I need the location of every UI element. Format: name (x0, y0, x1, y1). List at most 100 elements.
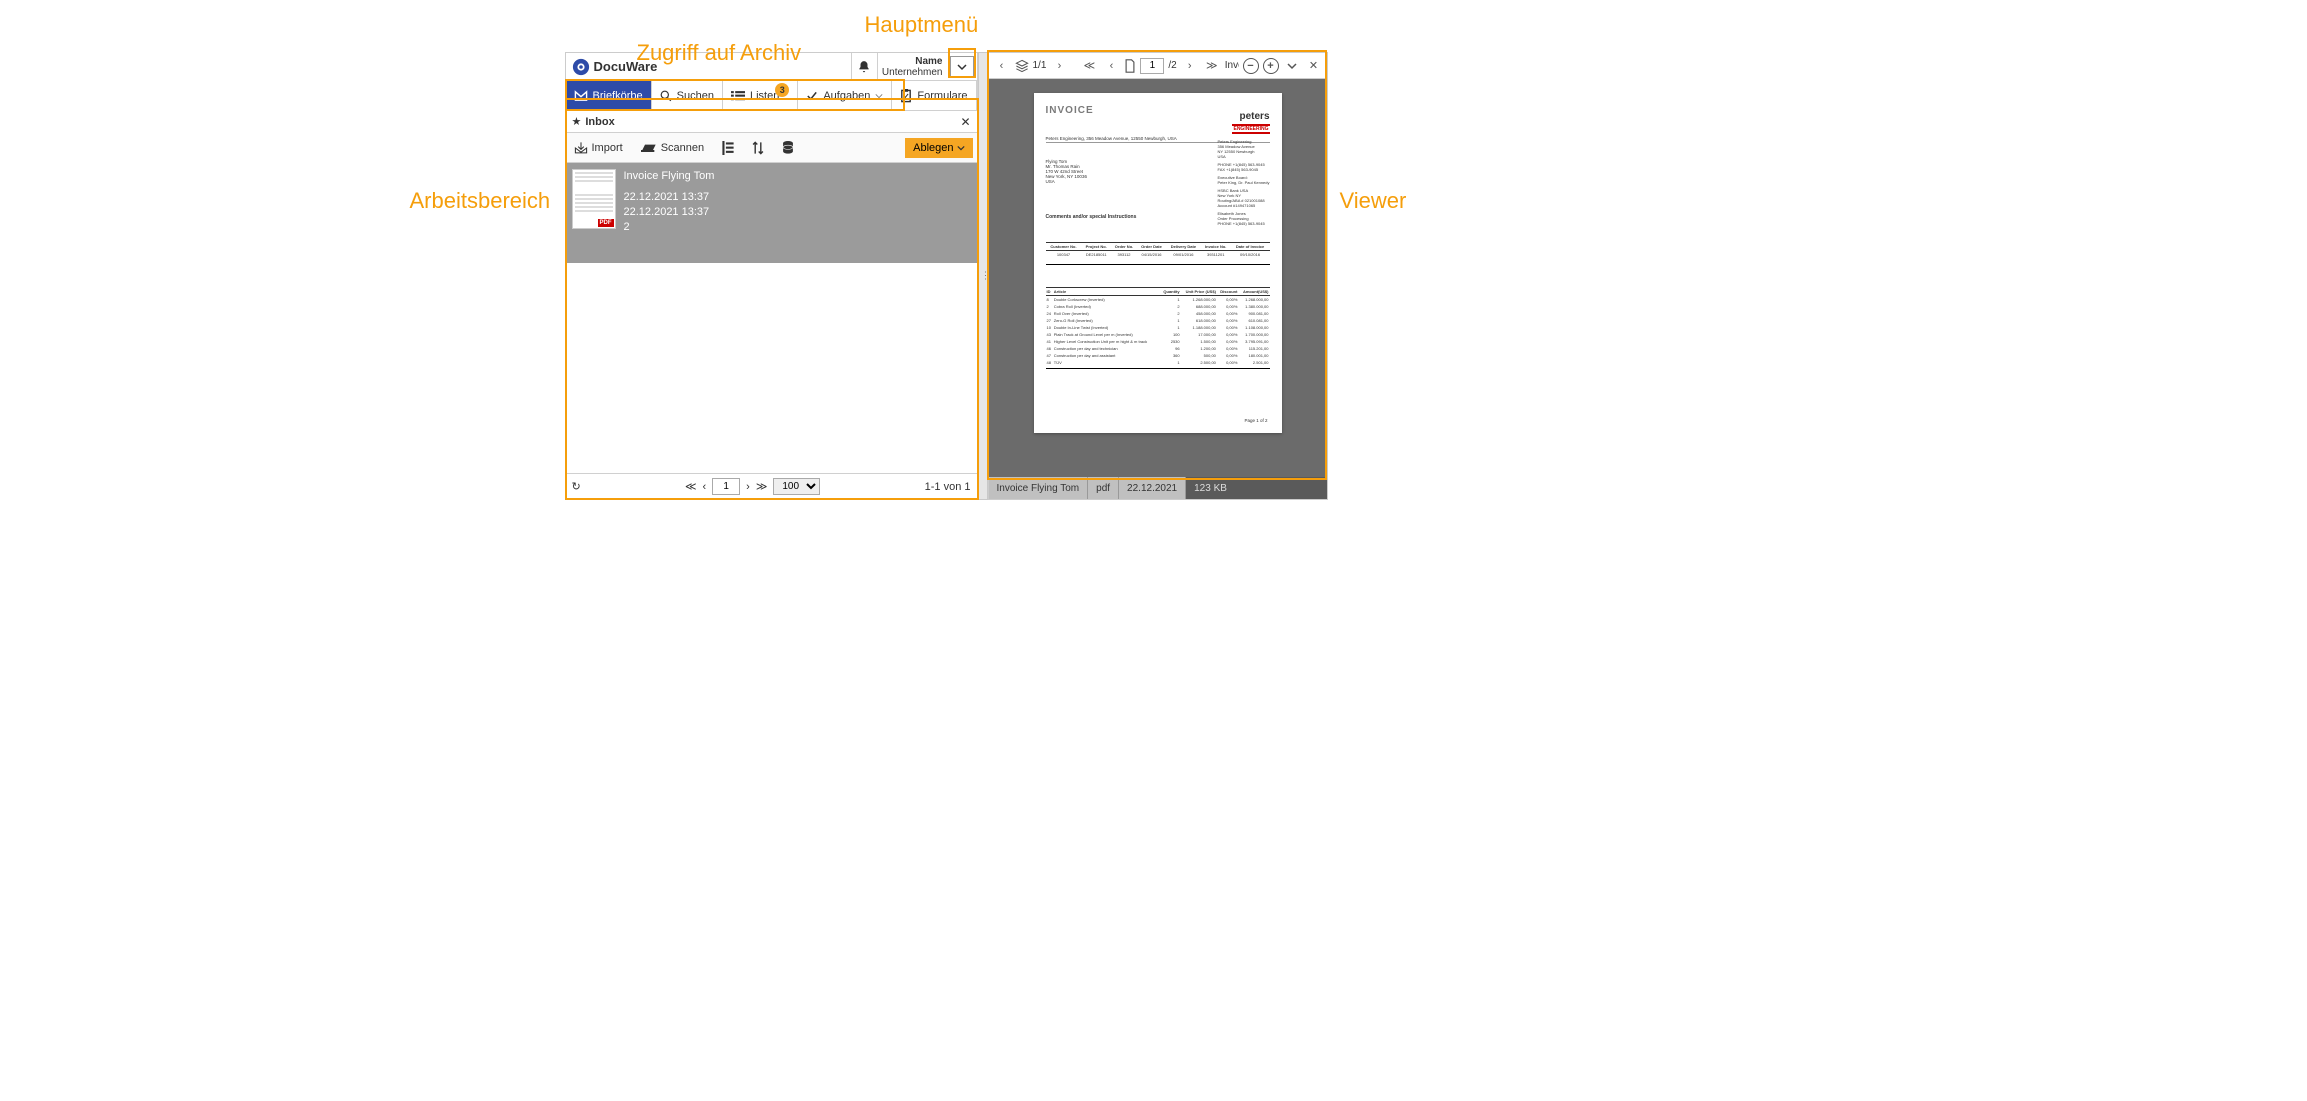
notifications-button[interactable] (851, 53, 877, 80)
result-count: 1-1 von 1 (925, 481, 971, 493)
document-date-2: 22.12.2021 13:37 (624, 205, 715, 220)
scan-button[interactable]: Scannen (637, 140, 708, 156)
user-section: Name Unternehmen (877, 53, 947, 80)
viewer-doc-title: Invoice Flying (1225, 60, 1239, 71)
tray-icon (574, 90, 588, 102)
inbox-title: Inbox (585, 116, 960, 128)
page-number-input[interactable] (712, 478, 740, 495)
store-button[interactable]: Ablegen (905, 138, 972, 158)
document-thumbnail[interactable]: PDF (572, 169, 616, 229)
store-label: Ablegen (913, 142, 953, 154)
next-page-button-viewer[interactable]: › (1181, 57, 1199, 75)
tab-forms-label: Formulare (917, 90, 967, 102)
chevron-down-icon (957, 62, 967, 72)
splitter[interactable]: ⋮⋮ (978, 52, 988, 500)
prev-page-button[interactable]: ‹ (703, 481, 707, 493)
app-logo: DocuWare (566, 58, 851, 76)
page-size-select[interactable]: 100 (773, 478, 820, 495)
viewer-page-total: /2 (1168, 60, 1176, 71)
tab-trays-label: Briefkörbe (593, 90, 643, 102)
annotation-viewer: Viewer (1340, 188, 1407, 214)
zoom-out-button[interactable]: − (1243, 58, 1259, 74)
check-icon (806, 90, 818, 102)
zoom-in-button[interactable]: + (1263, 58, 1279, 74)
viewer-menu-button[interactable] (1283, 57, 1301, 75)
status-doc-ext: pdf (1088, 477, 1119, 499)
document-page-count: 2 (624, 220, 715, 235)
inbox-header: ★ Inbox ✕ (566, 111, 977, 133)
tab-tasks[interactable]: Aufgaben (798, 81, 892, 110)
viewer-canvas[interactable]: INVOICE peters ENGINEERING Peters Engine… (989, 79, 1327, 477)
clipboard-icon (900, 89, 912, 103)
logo-icon (572, 58, 590, 76)
layers-icon (1015, 59, 1029, 73)
workspace-pane: DocuWare Name Unternehmen Briefkörbe Suc… (565, 52, 978, 500)
search-icon (660, 90, 672, 102)
tab-lists[interactable]: Listen 3 (723, 81, 798, 110)
star-icon: ★ (572, 115, 582, 128)
annotation-hauptmenu: Hauptmenü (865, 12, 979, 38)
top-bar: DocuWare Name Unternehmen (566, 53, 977, 81)
sort-button[interactable] (748, 139, 768, 157)
bell-icon (857, 60, 871, 74)
tab-forms[interactable]: Formulare (892, 81, 976, 110)
status-doc-size: 123 KB (1186, 483, 1235, 494)
index-icon (722, 141, 734, 155)
import-icon (574, 142, 588, 154)
page-icon (1124, 59, 1136, 73)
main-tabs: Briefkörbe Suchen Listen 3 Aufgaben Form… (566, 81, 977, 111)
inbox-toolbar: Import Scannen Ablegen (566, 133, 977, 163)
page-indicator: Page 1 of 2 (1244, 418, 1267, 423)
last-page-button[interactable]: ≫ (756, 480, 768, 493)
document-title: Invoice Flying Tom (624, 169, 715, 184)
tab-search-label: Suchen (677, 90, 714, 102)
company-info-block: Peters Engineering356 Meadow AvenueNY 12… (1217, 139, 1269, 226)
close-inbox-button[interactable]: ✕ (960, 115, 970, 129)
document-metadata: Invoice Flying Tom 22.12.2021 13:37 22.1… (624, 169, 715, 235)
prev-page-button-viewer[interactable]: ‹ (1102, 57, 1120, 75)
first-page-button-viewer[interactable]: ≪ (1080, 57, 1098, 75)
list-footer: ↻ ≪ ‹ › ≫ 100 1-1 von 1 (566, 473, 977, 499)
database-icon (782, 141, 794, 155)
invoice-logo: peters ENGINEERING (1232, 111, 1269, 134)
doc-counter: 1/1 (1033, 60, 1047, 71)
tab-search[interactable]: Suchen (652, 81, 723, 110)
chevron-down-icon (1287, 61, 1297, 71)
status-doc-date: 22.12.2021 (1119, 477, 1186, 499)
first-page-button[interactable]: ≪ (685, 480, 697, 493)
close-viewer-button[interactable]: ✕ (1305, 57, 1323, 75)
main-menu-button[interactable] (950, 56, 974, 78)
viewer-pane: ‹ 1/1 › ≪ ‹ /2 › ≫ Invoice Flying − + ✕ … (988, 52, 1328, 500)
scanner-icon (641, 143, 657, 153)
database-button[interactable] (778, 139, 798, 157)
chevron-down-icon (957, 144, 965, 152)
user-org: Unternehmen (882, 67, 943, 78)
chevron-down-icon (875, 92, 883, 100)
pdf-badge: PDF (598, 219, 614, 227)
tab-trays[interactable]: Briefkörbe (566, 81, 652, 110)
list-icon (731, 90, 745, 102)
order-info-table: Customer No.Project No.Order No.Order Da… (1046, 242, 1270, 258)
viewer-page-input[interactable] (1140, 58, 1164, 74)
last-page-button-viewer[interactable]: ≫ (1203, 57, 1221, 75)
scan-label: Scannen (661, 142, 704, 154)
viewer-toolbar: ‹ 1/1 › ≪ ‹ /2 › ≫ Invoice Flying − + ✕ (989, 53, 1327, 79)
import-label: Import (592, 142, 623, 154)
import-button[interactable]: Import (570, 140, 627, 156)
refresh-button[interactable]: ↻ (572, 480, 581, 493)
brand-label: DocuWare (594, 59, 658, 74)
next-doc-button[interactable]: › (1050, 57, 1068, 75)
lists-badge: 3 (775, 83, 789, 97)
sort-icon (752, 141, 764, 155)
document-page: INVOICE peters ENGINEERING Peters Engine… (1034, 93, 1282, 433)
line-items-table: IDArticleQuantityUnit Price (US$)Discoun… (1046, 287, 1270, 366)
index-button[interactable] (718, 139, 738, 157)
next-page-button[interactable]: › (746, 481, 750, 493)
prev-doc-button[interactable]: ‹ (993, 57, 1011, 75)
document-date-1: 22.12.2021 13:37 (624, 190, 715, 205)
annotation-arbeitsbereich: Arbeitsbereich (410, 188, 551, 214)
user-name: Name (915, 56, 942, 67)
document-list: PDF Invoice Flying Tom 22.12.2021 13:37 … (566, 163, 977, 263)
tab-tasks-label: Aufgaben (823, 90, 870, 102)
status-doc-name: Invoice Flying Tom (989, 477, 1089, 499)
